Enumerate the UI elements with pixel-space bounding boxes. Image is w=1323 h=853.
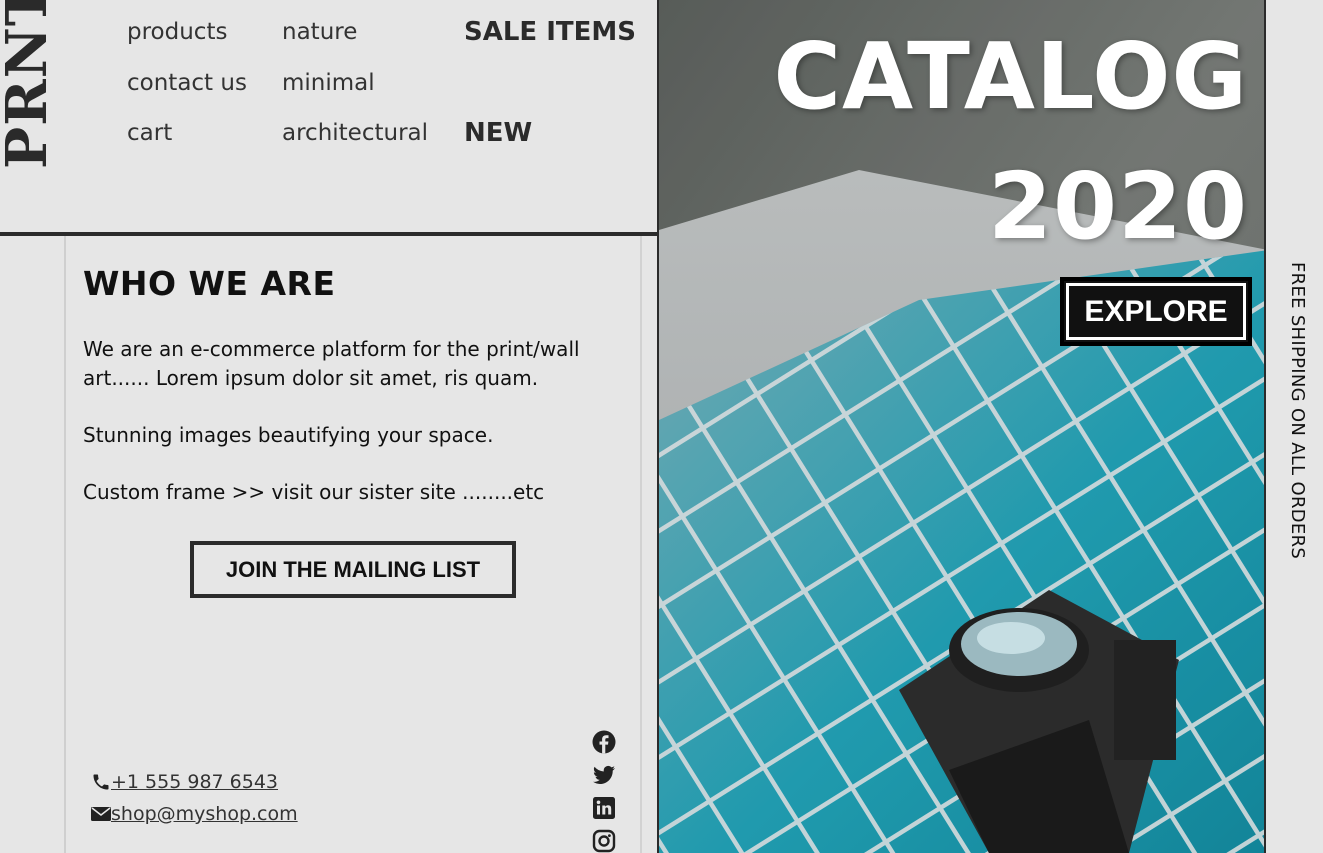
content-divider [640, 236, 642, 853]
envelope-icon [91, 806, 111, 822]
about-paragraph-frame: Custom frame >> visit our sister site ..… [83, 480, 545, 504]
about-paragraph-images: Stunning images beautifying your space. [83, 423, 494, 447]
site-logo[interactable]: PRNT [0, 0, 60, 169]
nav-link-products[interactable]: products [127, 14, 247, 65]
free-shipping-text: FREE SHIPPING ON ALL ORDERS [1287, 262, 1308, 560]
nav-link-minimal[interactable]: minimal [282, 65, 428, 116]
instagram-icon[interactable] [592, 829, 616, 853]
free-shipping-banner: FREE SHIPPING ON ALL ORDERS [1282, 262, 1312, 568]
about-heading: WHO WE ARE [83, 264, 336, 303]
about-section: WHO WE ARE We are an e-commerce platform… [83, 264, 628, 535]
contact-info: +1 555 987 6543 shop@myshop.com [91, 766, 298, 830]
nav-column-pages: products contact us cart [127, 14, 247, 166]
nav-column-featured: SALE ITEMS NEW [464, 14, 636, 166]
explore-button[interactable]: EXPLORE [1060, 277, 1252, 346]
email-link[interactable]: shop@myshop.com [111, 803, 298, 825]
nav-link-nature[interactable]: nature [282, 14, 428, 65]
left-divider [64, 236, 66, 853]
phone-link[interactable]: +1 555 987 6543 [111, 771, 278, 793]
nav-link-sale-items[interactable]: SALE ITEMS [464, 14, 636, 65]
nav-link-architectural[interactable]: architectural [282, 115, 428, 166]
catalog-hero: CATALOG 2020 EXPLORE [657, 0, 1266, 853]
facebook-icon[interactable] [592, 730, 616, 754]
social-links [592, 730, 616, 853]
join-mailing-list-button[interactable]: JOIN THE MAILING LIST [190, 541, 516, 598]
catalog-title-line1: CATALOG [773, 23, 1248, 130]
catalog-title: CATALOG 2020 [774, 12, 1248, 272]
nav-link-cart[interactable]: cart [127, 115, 247, 166]
linkedin-icon[interactable] [592, 796, 616, 820]
twitter-icon[interactable] [592, 763, 616, 787]
catalog-title-line2: 2020 [987, 153, 1248, 260]
about-paragraph-intro: We are an e-commerce platform for the pr… [83, 337, 580, 390]
phone-row: +1 555 987 6543 [91, 766, 298, 798]
nav-column-categories: nature minimal architectural [282, 14, 428, 166]
nav-link-contact[interactable]: contact us [127, 65, 247, 116]
phone-icon [91, 772, 111, 792]
email-row: shop@myshop.com [91, 798, 298, 830]
site-header: PRNT products contact us cart nature min… [0, 0, 657, 236]
nav-link-new[interactable]: NEW [464, 115, 636, 166]
